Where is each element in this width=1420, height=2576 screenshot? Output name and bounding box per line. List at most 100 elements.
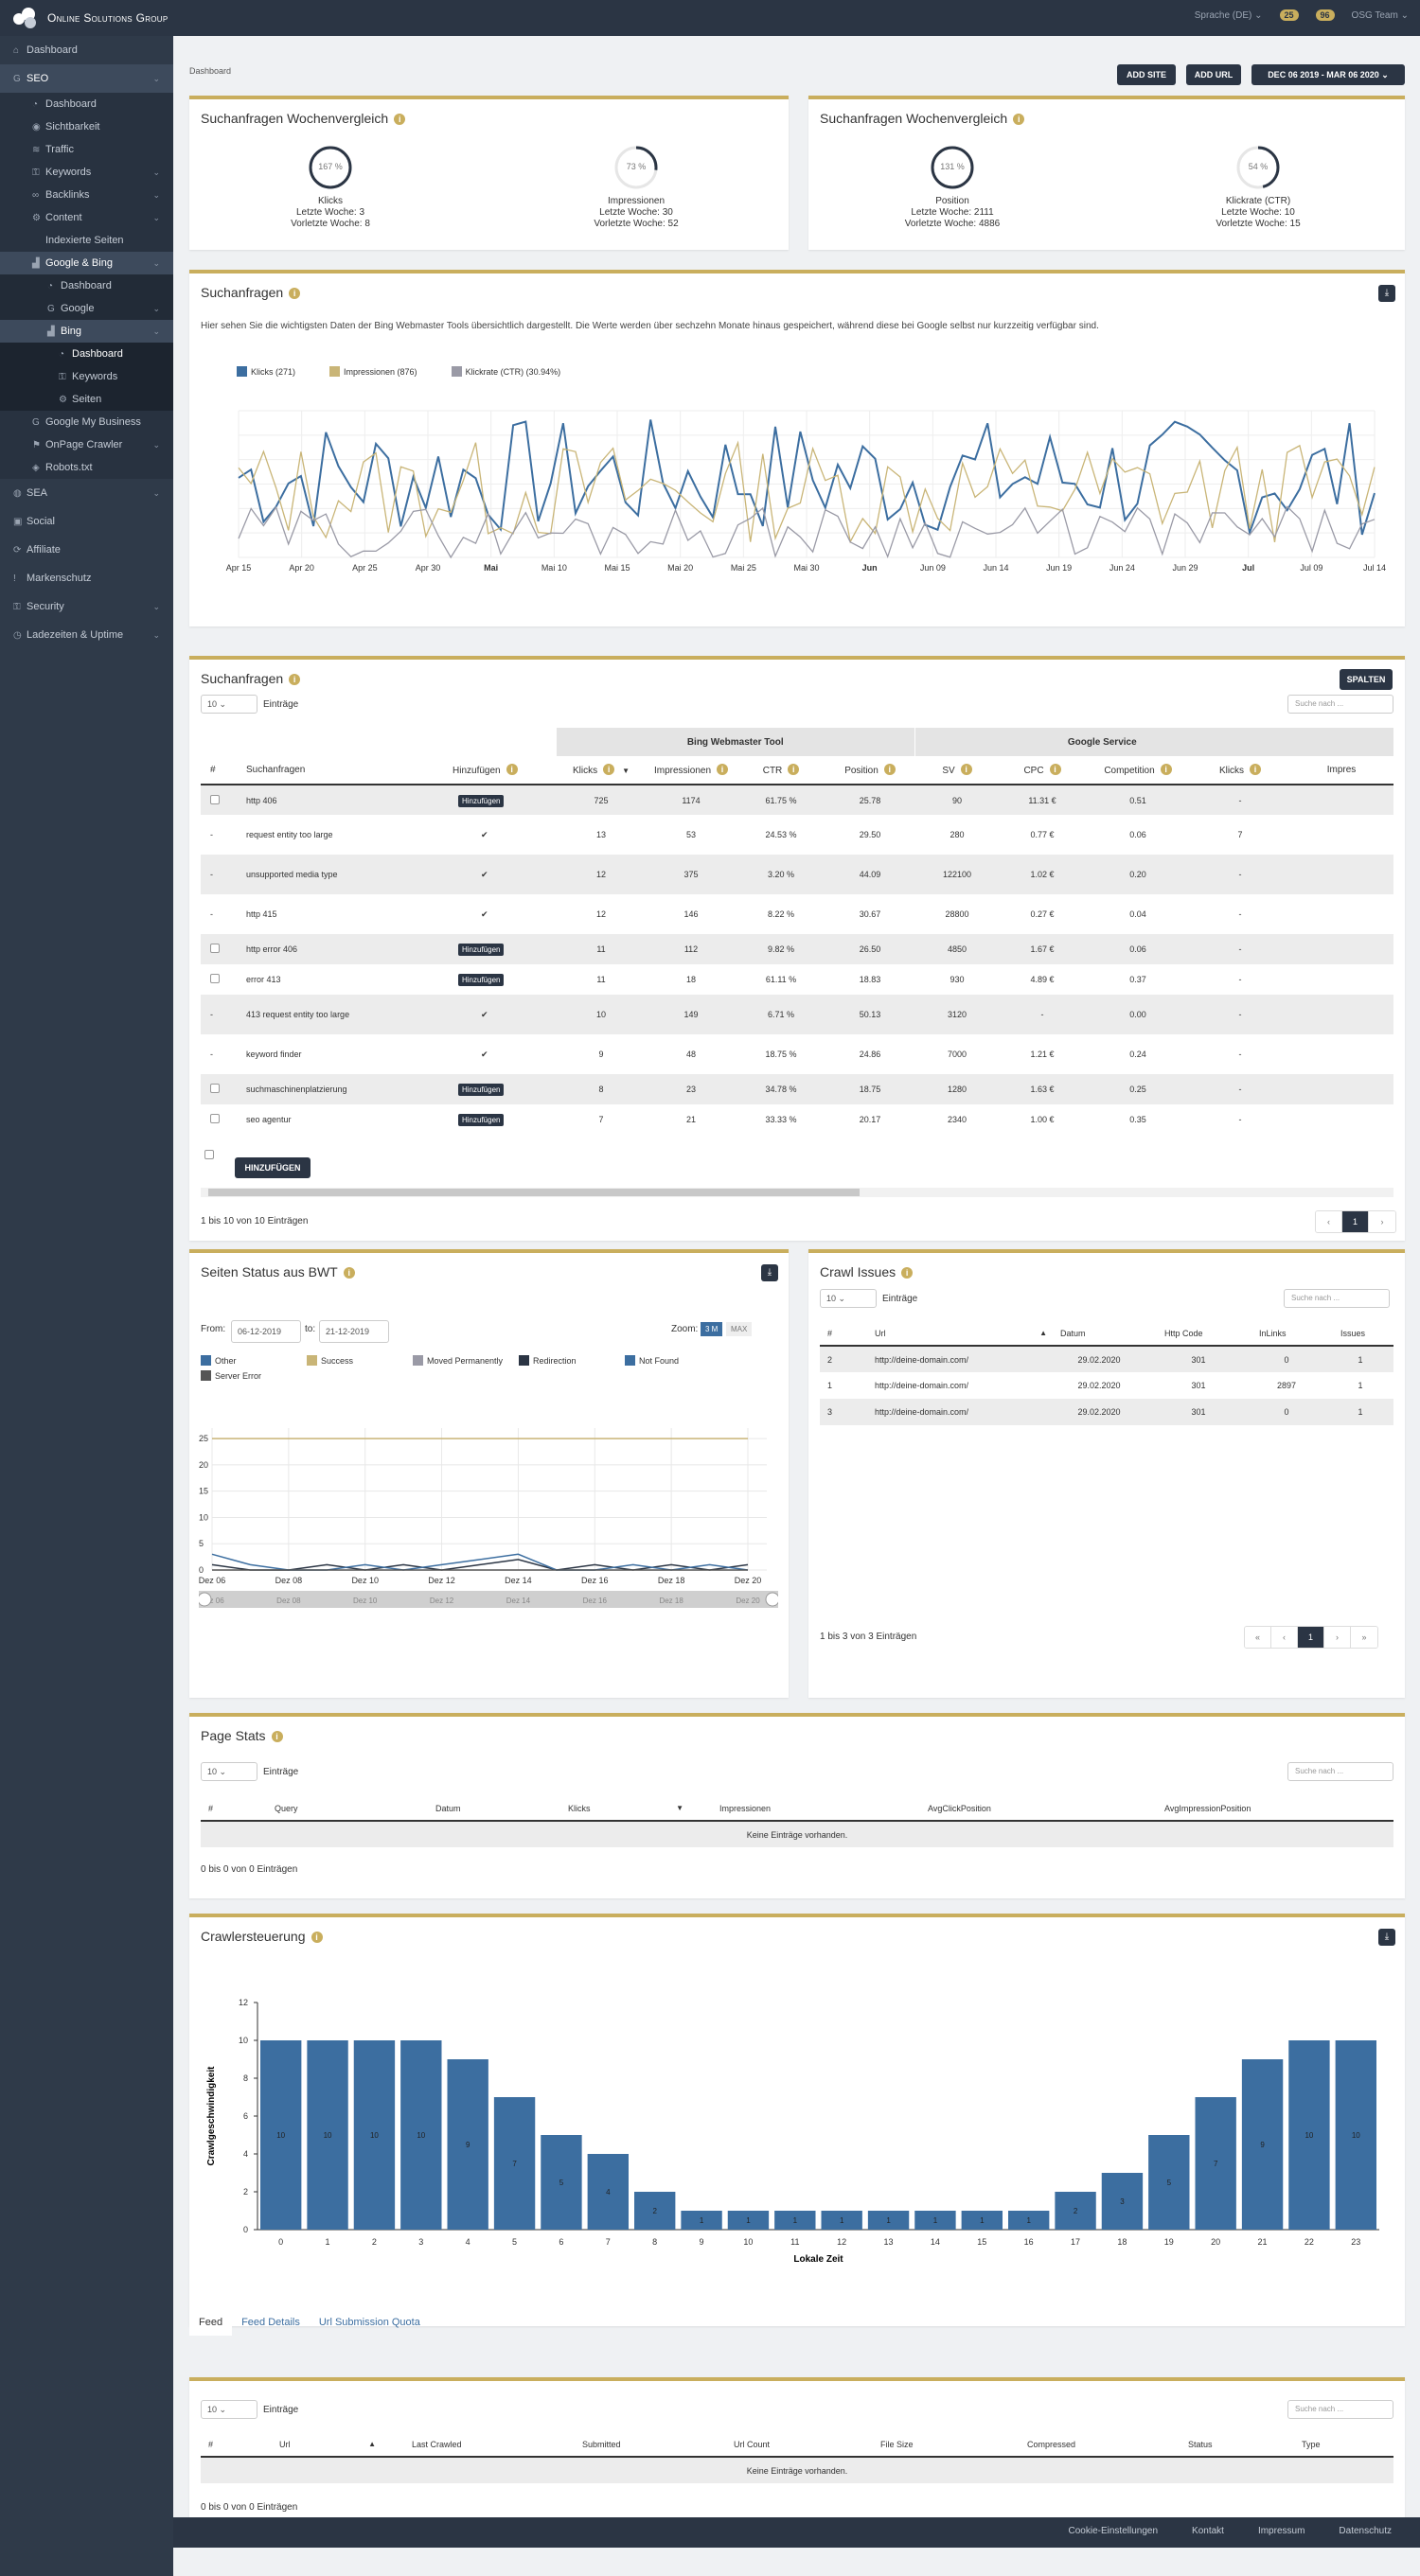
info-icon[interactable]: i xyxy=(343,1267,355,1279)
search-input[interactable]: Suche nach ... xyxy=(1287,2400,1393,2419)
info-icon[interactable]: i xyxy=(788,764,800,775)
cell-url[interactable]: http://deine-domain.com/ xyxy=(867,1346,1047,1372)
page-1[interactable]: 1 xyxy=(1342,1211,1369,1232)
cell-url[interactable]: http://deine-domain.com/ xyxy=(867,1399,1047,1425)
breadcrumb[interactable]: Dashboard xyxy=(189,66,231,76)
column-header[interactable]: Impres xyxy=(1289,756,1393,785)
entries-select[interactable]: 10 ⌄ xyxy=(201,1762,257,1781)
sidebar-item-google-my-business[interactable]: G Google My Business xyxy=(0,411,173,433)
row-checkbox[interactable] xyxy=(210,794,220,804)
add-keyword-button[interactable]: Hinzufügen xyxy=(458,794,505,807)
row-checkbox[interactable] xyxy=(210,974,220,983)
zoom-max-button[interactable]: MAX xyxy=(726,1322,753,1336)
sidebar-item-traffic[interactable]: ≋ Traffic xyxy=(0,138,173,161)
sidebar-item-seo[interactable]: G SEO ⌄ xyxy=(0,64,173,93)
footer-link-kontakt[interactable]: Kontakt xyxy=(1192,2526,1224,2536)
search-input[interactable]: Suche nach ... xyxy=(1284,1289,1390,1308)
select-all-checkbox[interactable] xyxy=(204,1150,214,1162)
notification-badge[interactable]: 25 xyxy=(1279,9,1299,21)
user-menu[interactable]: OSG Team ⌄ xyxy=(1352,10,1409,21)
sidebar-item-security[interactable]: ⚿ Security ⌄ xyxy=(0,592,173,621)
page-button[interactable]: 1 xyxy=(1298,1627,1324,1648)
add-keyword-button[interactable]: Hinzufügen xyxy=(458,974,505,986)
entries-select[interactable]: 10 ⌄ xyxy=(201,2400,257,2419)
info-icon[interactable]: i xyxy=(960,764,972,775)
legend-not-found[interactable]: Not Found xyxy=(625,1353,731,1368)
message-badge[interactable]: 96 xyxy=(1315,9,1335,21)
column-header[interactable]: Url Count xyxy=(726,2432,873,2457)
info-icon[interactable]: i xyxy=(603,764,615,775)
sidebar-item-onpage-crawler[interactable]: ⚑ OnPage Crawler ⌄ xyxy=(0,433,173,456)
column-header[interactable]: # xyxy=(820,1321,867,1346)
sidebar-item-ladezeiten-uptime[interactable]: ◷ Ladezeiten & Uptime ⌄ xyxy=(0,621,173,649)
sort-asc-icon[interactable]: ▲ xyxy=(1039,1329,1047,1337)
column-header[interactable]: Klicks ▼ xyxy=(560,1796,712,1821)
search-input[interactable]: Suche nach ... xyxy=(1287,1762,1393,1781)
column-header[interactable]: Impressionen i xyxy=(646,756,737,785)
zoom-3m-button[interactable]: 3 M xyxy=(701,1322,723,1336)
column-header[interactable]: Submitted xyxy=(575,2432,726,2457)
download-icon[interactable]: ⤓ xyxy=(761,1264,778,1281)
info-icon[interactable]: i xyxy=(1250,764,1262,775)
column-header[interactable]: SV i xyxy=(914,756,1000,785)
info-icon[interactable]: i xyxy=(1160,764,1172,775)
column-header[interactable]: AvgClickPosition xyxy=(920,1796,1157,1821)
language-select[interactable]: Sprache (DE) ⌄ xyxy=(1195,10,1263,21)
cell-url[interactable]: http://deine-domain.com/ xyxy=(867,1372,1047,1399)
sidebar-item-affiliate[interactable]: ⟳ Affiliate xyxy=(0,536,173,564)
brand-logo[interactable]: Online Solutions Group xyxy=(13,8,169,28)
add-url-button[interactable]: ADD URL xyxy=(1186,64,1241,85)
horizontal-scrollbar[interactable] xyxy=(201,1188,1393,1197)
column-header[interactable]: File Size xyxy=(873,2432,1020,2457)
prev-page[interactable]: ‹ xyxy=(1316,1211,1342,1232)
info-icon[interactable]: i xyxy=(717,764,729,775)
column-header[interactable]: Impressionen xyxy=(712,1796,920,1821)
sidebar-item-keywords[interactable]: ⚿ Keywords xyxy=(0,365,173,388)
sidebar-item-sichtbarkeit[interactable]: ◉ Sichtbarkeit xyxy=(0,115,173,138)
sidebar-item-dashboard[interactable]: ◔ Dashboard xyxy=(0,274,173,297)
search-input[interactable]: Suche nach ... xyxy=(1287,695,1393,714)
column-header[interactable]: # xyxy=(201,1796,267,1821)
column-header[interactable]: Url ▲ xyxy=(272,2432,404,2457)
row-checkbox[interactable] xyxy=(210,944,220,953)
entries-select[interactable]: 10 ⌄ xyxy=(820,1289,877,1308)
info-icon[interactable]: i xyxy=(506,764,518,775)
column-header[interactable]: CPC i xyxy=(1000,756,1085,785)
entries-select[interactable]: 10 ⌄ xyxy=(201,695,257,714)
info-icon[interactable]: i xyxy=(271,1731,283,1742)
legend-server-error[interactable]: Server Error xyxy=(201,1370,261,1381)
sidebar-item-robots-txt[interactable]: ◈ Robots.txt xyxy=(0,456,173,479)
row-checkbox[interactable] xyxy=(210,1114,220,1123)
sidebar-item-social[interactable]: ▣ Social xyxy=(0,507,173,536)
sidebar-item-dashboard[interactable]: ◔ Dashboard xyxy=(0,343,173,365)
page-button[interactable]: › xyxy=(1324,1627,1351,1648)
sidebar-item-indexierte-seiten[interactable]: Indexierte Seiten xyxy=(0,229,173,252)
column-header[interactable]: Status xyxy=(1180,2432,1294,2457)
column-header[interactable]: Http Code xyxy=(1151,1321,1246,1346)
column-header[interactable]: Hinzufügen i xyxy=(443,756,557,785)
page-button[interactable]: » xyxy=(1351,1627,1377,1648)
column-header[interactable]: # xyxy=(201,756,237,785)
info-icon[interactable]: i xyxy=(394,114,406,125)
column-header[interactable]: # xyxy=(201,2432,272,2457)
sidebar-item-google[interactable]: G Google ⌄ xyxy=(0,297,173,320)
date-range-button[interactable]: DEC 06 2019 - MAR 06 2020 ⌄ xyxy=(1251,64,1405,85)
sidebar-item-dashboard[interactable]: ⌂ Dashboard xyxy=(0,36,173,64)
column-header[interactable]: Datum xyxy=(428,1796,560,1821)
download-icon[interactable]: ⤓ xyxy=(1378,285,1395,302)
tab-feed-details[interactable]: Feed Details xyxy=(232,2309,310,2336)
from-date-input[interactable]: 06-12-2019 xyxy=(231,1320,301,1343)
info-icon[interactable]: i xyxy=(883,764,896,775)
column-header[interactable]: Compressed xyxy=(1020,2432,1180,2457)
sidebar-item-sea[interactable]: ◍ SEA ⌄ xyxy=(0,479,173,507)
add-site-button[interactable]: ADD SITE xyxy=(1117,64,1176,85)
add-keyword-button[interactable]: Hinzufügen xyxy=(458,1114,505,1126)
column-header[interactable]: Type xyxy=(1294,2432,1393,2457)
add-selected-button[interactable]: HINZUFÜGEN xyxy=(235,1157,311,1178)
sidebar-item-keywords[interactable]: ⚿ Keywords ⌄ xyxy=(0,161,173,184)
info-icon[interactable]: i xyxy=(1049,764,1061,775)
sidebar-item-dashboard[interactable]: ◔ Dashboard xyxy=(0,93,173,115)
legend-other[interactable]: Other xyxy=(201,1353,307,1368)
add-keyword-button[interactable]: Hinzufügen xyxy=(458,944,505,956)
legend-item-klicks[interactable]: Klicks (271) xyxy=(237,366,295,377)
